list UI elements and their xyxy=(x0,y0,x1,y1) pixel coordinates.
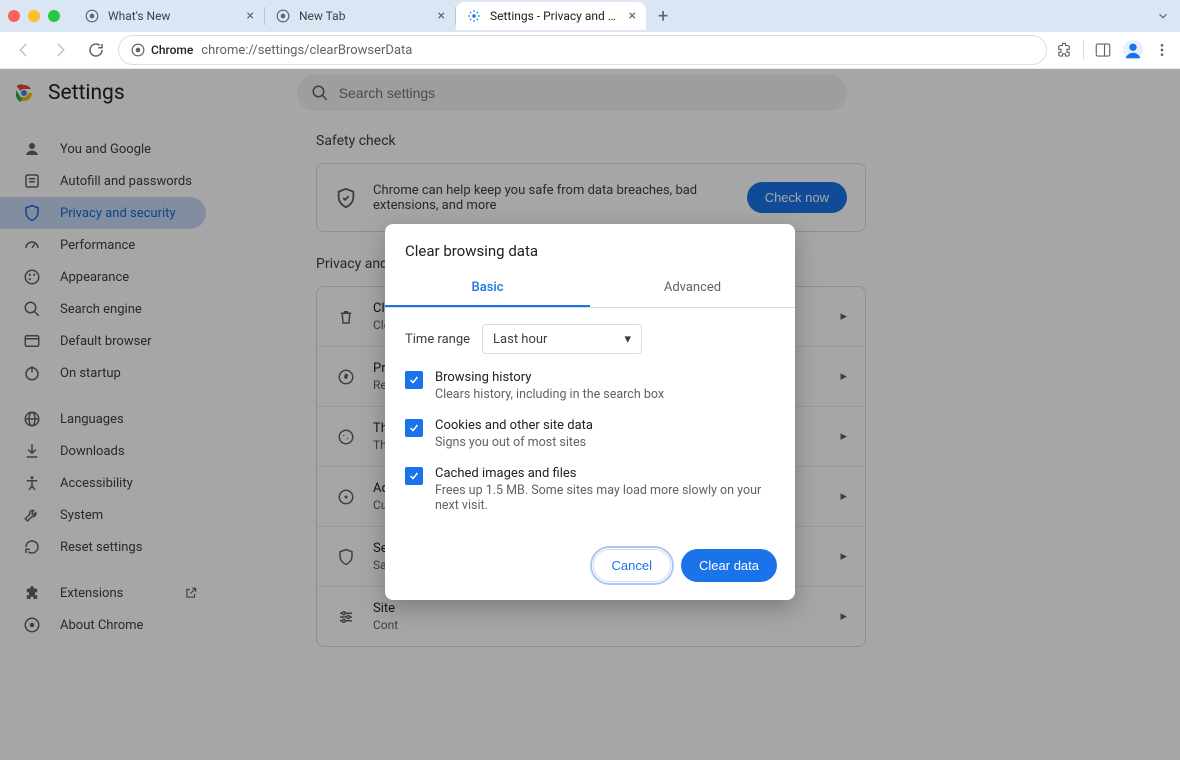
tab-title: New Tab xyxy=(299,9,430,23)
tab-strip: What's New × New Tab × Settings - Privac… xyxy=(74,0,674,32)
chrome-favicon xyxy=(275,8,291,24)
dropdown-caret-icon: ▾ xyxy=(625,332,632,347)
checkbox-checked-icon[interactable] xyxy=(405,467,423,485)
tabs-overflow-icon[interactable] xyxy=(1156,9,1170,23)
close-tab-icon[interactable]: × xyxy=(247,8,254,24)
bookmark-star-icon[interactable] xyxy=(1016,41,1034,59)
maximize-window[interactable] xyxy=(48,10,60,22)
dialog-footer: Cancel Clear data xyxy=(385,535,795,600)
dialog-tabs: Basic Advanced xyxy=(385,270,795,308)
address-bar[interactable]: Chrome chrome://settings/clearBrowserDat… xyxy=(118,35,1047,65)
checkbox-sub: Signs you out of most sites xyxy=(435,435,593,450)
forward-button[interactable] xyxy=(46,36,74,64)
extensions-icon[interactable] xyxy=(1055,41,1073,59)
back-button[interactable] xyxy=(10,36,38,64)
checkbox-title: Browsing history xyxy=(435,370,664,385)
close-tab-icon[interactable]: × xyxy=(629,8,636,24)
dialog-body: Time range Last hour ▾ Browsing history C… xyxy=(385,308,795,535)
time-range-label: Time range xyxy=(405,332,470,347)
site-chip: Chrome xyxy=(131,43,193,57)
chrome-favicon xyxy=(84,8,100,24)
time-range-row: Time range Last hour ▾ xyxy=(405,324,775,354)
checkbox-browsing-history[interactable]: Browsing history Clears history, includin… xyxy=(405,370,775,402)
checkbox-checked-icon[interactable] xyxy=(405,371,423,389)
checkbox-checked-icon[interactable] xyxy=(405,419,423,437)
time-range-select[interactable]: Last hour ▾ xyxy=(482,324,642,354)
close-tab-icon[interactable]: × xyxy=(438,8,445,24)
separator xyxy=(1083,40,1084,60)
tab-settings[interactable]: Settings - Privacy and securi × xyxy=(456,2,646,30)
title-bar: What's New × New Tab × Settings - Privac… xyxy=(0,0,1180,32)
close-window[interactable] xyxy=(8,10,20,22)
url-text: chrome://settings/clearBrowserData xyxy=(201,43,1008,58)
clear-browsing-data-dialog: Clear browsing data Basic Advanced Time … xyxy=(385,224,795,600)
checkbox-cookies[interactable]: Cookies and other site data Signs you out… xyxy=(405,418,775,450)
tab-new-tab[interactable]: New Tab × xyxy=(265,2,455,30)
tab-advanced[interactable]: Advanced xyxy=(590,270,795,307)
reload-button[interactable] xyxy=(82,36,110,64)
gear-favicon xyxy=(466,8,482,24)
window-controls xyxy=(8,10,60,22)
tab-title: What's New xyxy=(108,9,239,23)
browser-toolbar: Chrome chrome://settings/clearBrowserDat… xyxy=(0,32,1180,69)
checkbox-sub: Clears history, including in the search … xyxy=(435,387,664,402)
profile-avatar[interactable] xyxy=(1122,39,1144,61)
time-range-value: Last hour xyxy=(493,332,547,347)
checkbox-title: Cookies and other site data xyxy=(435,418,593,433)
cancel-button[interactable]: Cancel xyxy=(593,549,671,582)
kebab-menu-icon[interactable] xyxy=(1154,42,1170,58)
tab-title: Settings - Privacy and securi xyxy=(490,9,621,23)
chrome-logo-icon xyxy=(131,43,145,57)
dialog-title: Clear browsing data xyxy=(385,224,795,270)
tab-whats-new[interactable]: What's New × xyxy=(74,2,264,30)
clear-data-button[interactable]: Clear data xyxy=(681,549,777,582)
minimize-window[interactable] xyxy=(28,10,40,22)
checkbox-sub: Frees up 1.5 MB. Some sites may load mor… xyxy=(435,483,775,513)
side-panel-icon[interactable] xyxy=(1094,41,1112,59)
toolbar-actions xyxy=(1055,39,1170,61)
site-chip-label: Chrome xyxy=(151,43,193,57)
new-tab-button[interactable]: + xyxy=(652,6,674,27)
checkbox-cached[interactable]: Cached images and files Frees up 1.5 MB. … xyxy=(405,466,775,513)
tab-basic[interactable]: Basic xyxy=(385,270,590,307)
checkbox-title: Cached images and files xyxy=(435,466,775,481)
